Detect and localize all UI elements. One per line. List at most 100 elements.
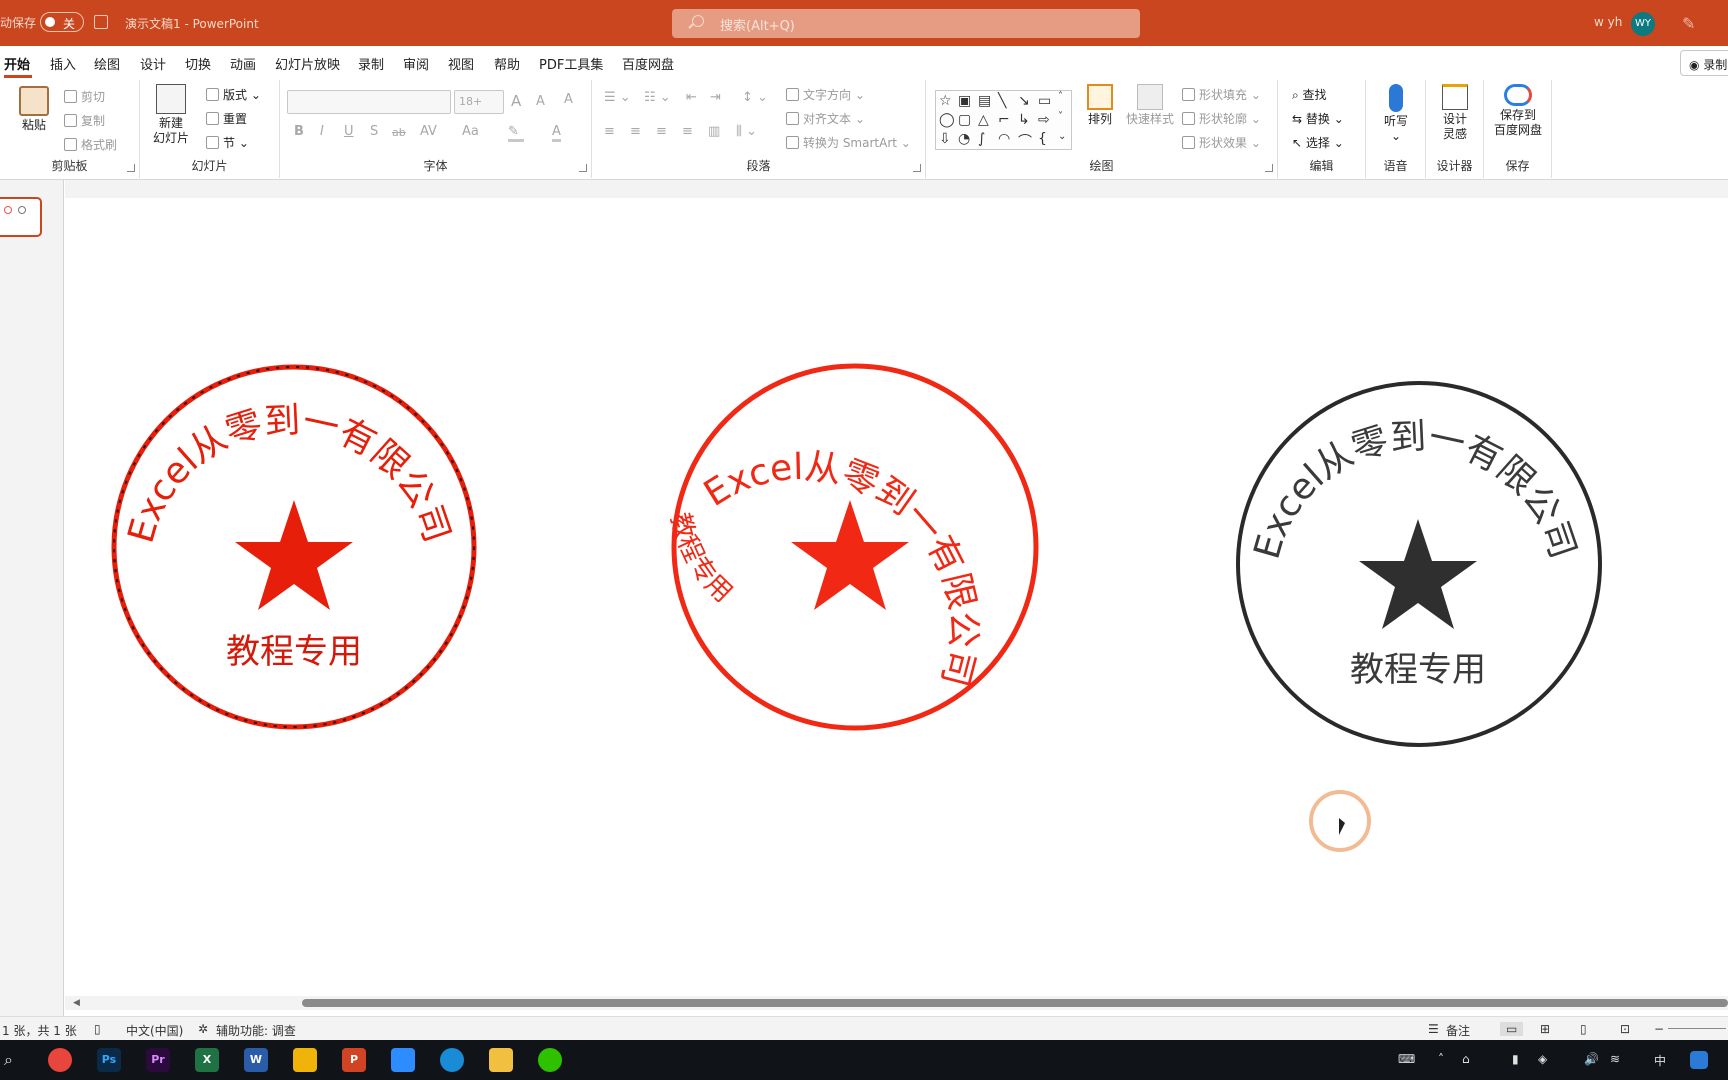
- save-to-baidu-button[interactable]: 保存到 百度网盘: [1488, 84, 1548, 138]
- oval-icon[interactable]: ◯: [939, 112, 955, 128]
- tab-help[interactable]: 帮助: [494, 54, 520, 73]
- curve-icon[interactable]: ⌒: [1018, 131, 1032, 151]
- scrollbar-thumb[interactable]: [302, 999, 1728, 1007]
- star-icon[interactable]: ☆: [939, 93, 952, 109]
- tab-view[interactable]: 视图: [448, 54, 474, 73]
- down-arrow-icon[interactable]: ⇩: [939, 131, 951, 147]
- clear-format-button[interactable]: A: [564, 92, 573, 107]
- autosave-toggle[interactable]: 关: [40, 12, 84, 32]
- dialog-launcher-icon[interactable]: [127, 164, 135, 172]
- dialog-launcher-icon[interactable]: [913, 164, 921, 172]
- tab-draw[interactable]: 绘图: [94, 54, 120, 73]
- gallery-down-icon[interactable]: ˅: [1058, 111, 1063, 122]
- numbering-icon[interactable]: ☷ ⌄: [644, 90, 671, 105]
- bullets-icon[interactable]: ☰ ⌄: [604, 90, 631, 105]
- bold-button[interactable]: B: [294, 124, 304, 139]
- dialog-launcher-icon[interactable]: [579, 164, 587, 172]
- align-center-icon[interactable]: ≡: [630, 124, 641, 139]
- tab-insert[interactable]: 插入: [50, 54, 76, 73]
- elbow-icon[interactable]: ↳: [1018, 112, 1030, 128]
- seal-1[interactable]: Excel从零到一有限公司 教程专用: [111, 364, 477, 730]
- pen-icon[interactable]: ✎: [1682, 14, 1695, 33]
- powerbi-icon[interactable]: [293, 1048, 317, 1072]
- tab-animations[interactable]: 动画: [230, 54, 256, 73]
- design-ideas-button[interactable]: 设计 灵感: [1434, 84, 1476, 142]
- distribute-icon[interactable]: ▥: [708, 124, 720, 139]
- rounded-rect-icon[interactable]: ▢: [958, 112, 971, 128]
- wifi-icon[interactable]: ≋: [1610, 1052, 1620, 1066]
- quick-styles-button[interactable]: 快速样式: [1124, 84, 1176, 127]
- increase-indent-icon[interactable]: ⇥: [710, 90, 721, 105]
- replace-button[interactable]: ⇆ 替换 ⌄: [1292, 110, 1344, 127]
- callout-icon[interactable]: ◔: [958, 131, 970, 147]
- volume-icon[interactable]: 🔊: [1584, 1052, 1599, 1066]
- gallery-more-icon[interactable]: ⌄: [1058, 131, 1066, 142]
- tab-home[interactable]: 开始: [4, 54, 30, 73]
- char-spacing-button[interactable]: AV: [420, 124, 437, 139]
- align-right-icon[interactable]: ≡: [656, 124, 667, 139]
- tab-baidu-netdisk[interactable]: 百度网盘: [622, 54, 674, 73]
- notes-icon[interactable]: ☰: [1428, 1022, 1439, 1036]
- avatar[interactable]: WY: [1631, 12, 1655, 36]
- keyboard-icon[interactable]: ⌨: [1398, 1052, 1415, 1066]
- slideshow-icon[interactable]: ⊡: [1620, 1022, 1630, 1036]
- vertical-textbox-icon[interactable]: ▤: [978, 93, 991, 109]
- shape-fill-button[interactable]: 形状填充 ⌄: [1182, 86, 1261, 103]
- font-name-field[interactable]: [287, 90, 451, 114]
- select-button[interactable]: ↖ 选择 ⌄: [1292, 134, 1344, 151]
- file-explorer-icon[interactable]: [489, 1048, 513, 1072]
- tab-record[interactable]: 录制: [358, 54, 384, 73]
- smartart-button[interactable]: 转换为 SmartArt ⌄: [786, 134, 911, 151]
- microphone-tray-icon[interactable]: ▮: [1512, 1052, 1519, 1066]
- accessibility-icon[interactable]: ✲: [198, 1022, 208, 1036]
- seal-2[interactable]: Excel从零到一有限公司 教程专用: [664, 363, 1039, 731]
- qq-icon[interactable]: [1690, 1051, 1708, 1069]
- align-left-icon[interactable]: ≡: [604, 124, 615, 139]
- paste-button[interactable]: 粘贴: [14, 86, 54, 133]
- arrange-button[interactable]: 排列: [1080, 84, 1120, 127]
- accessibility-status[interactable]: 辅助功能: 调查: [216, 1022, 296, 1039]
- format-painter-button[interactable]: 格式刷: [64, 136, 117, 153]
- justify-icon[interactable]: ≡: [682, 124, 693, 139]
- chevron-up-icon[interactable]: ˄: [1438, 1052, 1444, 1066]
- scroll-left-icon[interactable]: ◀: [73, 998, 80, 1008]
- shapes-gallery[interactable]: ☆ ▣ ▤ ╲ ↘ ▭ ◯ ▢ △ ⌐ ↳ ⇨ ⇩ ◔ ∫ ◠ ⌒ { ˄ ˅ …: [935, 90, 1072, 150]
- shield-icon[interactable]: ◈: [1538, 1052, 1547, 1066]
- search-icon[interactable]: ⌕: [4, 1050, 13, 1070]
- dictate-button[interactable]: 听写 ⌄: [1376, 84, 1416, 144]
- word-icon[interactable]: W: [244, 1048, 268, 1072]
- columns-icon[interactable]: ⫼ ⌄: [736, 124, 757, 139]
- rectangle-icon[interactable]: ▭: [1038, 93, 1051, 109]
- slide-editor-canvas[interactable]: Excel从零到一有限公司 教程专用 Excel从零到一有限公司 教程专用 Ex…: [65, 180, 1728, 990]
- premiere-icon[interactable]: Pr: [146, 1048, 170, 1072]
- shrink-font-button[interactable]: A: [536, 94, 545, 109]
- search-box[interactable]: 搜索(Alt+Q): [672, 9, 1140, 38]
- block-arrow-icon[interactable]: ⇨: [1038, 112, 1050, 128]
- align-text-button[interactable]: 对齐文本 ⌄: [786, 110, 865, 127]
- font-color-button[interactable]: A: [552, 124, 561, 142]
- grow-font-button[interactable]: A: [511, 92, 521, 110]
- gallery-up-icon[interactable]: ˄: [1058, 91, 1063, 102]
- save-icon[interactable]: [94, 15, 108, 29]
- decrease-indent-icon[interactable]: ⇤: [686, 90, 697, 105]
- cut-button[interactable]: 剪切: [64, 88, 105, 105]
- ime-indicator[interactable]: 中: [1654, 1052, 1666, 1069]
- tab-design[interactable]: 设计: [140, 54, 166, 73]
- underline-button[interactable]: U: [344, 124, 354, 139]
- line-icon[interactable]: ╲: [998, 93, 1006, 109]
- edge-icon[interactable]: [440, 1048, 464, 1072]
- excel-icon[interactable]: X: [195, 1048, 219, 1072]
- reading-view-icon[interactable]: ▯: [1580, 1022, 1587, 1036]
- normal-view-icon[interactable]: ▭: [1500, 1022, 1524, 1036]
- slide-thumbnail-1[interactable]: [0, 197, 42, 237]
- arrow-line-icon[interactable]: ↘: [1018, 93, 1030, 109]
- user-name[interactable]: w yh: [1594, 15, 1622, 29]
- slide-sorter-icon[interactable]: ⊞: [1540, 1022, 1550, 1036]
- change-case-button[interactable]: Aa: [462, 124, 479, 139]
- highlight-pen-icon[interactable]: ✎: [508, 124, 524, 142]
- layout-button[interactable]: 版式 ⌄: [206, 86, 261, 103]
- shape-effects-button[interactable]: 形状效果 ⌄: [1182, 134, 1261, 151]
- copy-button[interactable]: 复制: [64, 112, 105, 129]
- freeform-icon[interactable]: ∫: [978, 131, 985, 147]
- notes-button[interactable]: 备注: [1446, 1022, 1470, 1039]
